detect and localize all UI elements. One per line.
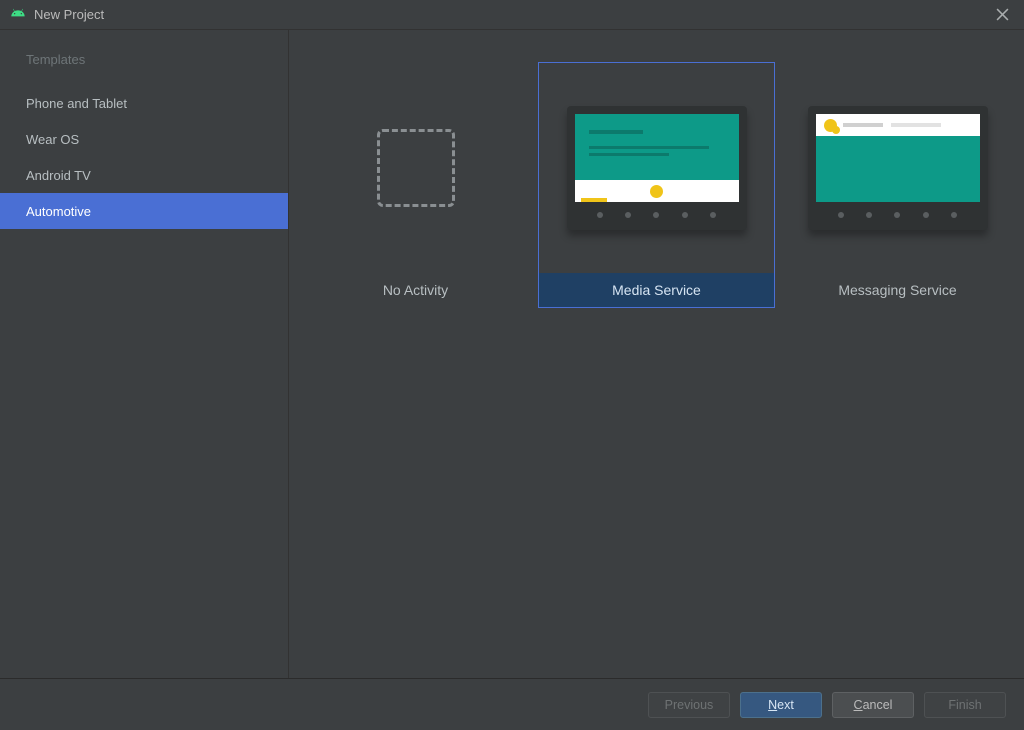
sidebar-item-automotive[interactable]: Automotive xyxy=(0,193,288,229)
sidebar-item-android-tv[interactable]: Android TV xyxy=(0,157,288,193)
previous-button[interactable]: Previous xyxy=(648,692,730,718)
template-thumbnail xyxy=(780,63,1015,273)
template-media-service[interactable]: Media Service xyxy=(538,62,775,308)
sidebar-item-label: Wear OS xyxy=(26,132,79,147)
window-title: New Project xyxy=(34,7,104,22)
dashed-rect-icon xyxy=(377,129,455,207)
android-icon xyxy=(10,5,26,24)
sidebar-item-label: Automotive xyxy=(26,204,91,219)
next-button[interactable]: Next xyxy=(740,692,822,718)
cancel-button[interactable]: Cancel xyxy=(832,692,914,718)
template-label: Media Service xyxy=(539,273,774,307)
template-label: No Activity xyxy=(298,273,533,307)
template-messaging-service[interactable]: Messaging Service xyxy=(779,62,1016,308)
template-thumbnail xyxy=(298,63,533,273)
sidebar-item-wear-os[interactable]: Wear OS xyxy=(0,121,288,157)
tablet-mock-icon xyxy=(567,106,747,230)
tablet-mock-icon xyxy=(808,106,988,230)
footer: Previous Next Cancel Finish xyxy=(0,678,1024,730)
close-icon[interactable] xyxy=(990,3,1014,27)
sidebar-item-label: Android TV xyxy=(26,168,91,183)
sidebar-header: Templates xyxy=(0,52,288,85)
templates-grid: No Activity xyxy=(289,30,1024,678)
sidebar-item-label: Phone and Tablet xyxy=(26,96,127,111)
template-no-activity[interactable]: No Activity xyxy=(297,62,534,308)
finish-button[interactable]: Finish xyxy=(924,692,1006,718)
titlebar: New Project xyxy=(0,0,1024,30)
sidebar-item-phone-tablet[interactable]: Phone and Tablet xyxy=(0,85,288,121)
sidebar: Templates Phone and Tablet Wear OS Andro… xyxy=(0,30,289,678)
template-label: Messaging Service xyxy=(780,273,1015,307)
template-thumbnail xyxy=(539,63,774,273)
